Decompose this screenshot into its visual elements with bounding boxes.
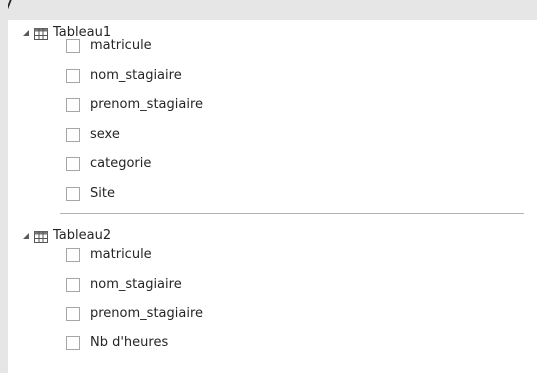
expand-collapse-icon[interactable] <box>20 27 32 39</box>
fields-list-panel: Tableau1 matricule nom_stagiaire prenom_… <box>8 20 537 373</box>
field-label: Site <box>90 186 115 201</box>
field-item-nom-stagiaire[interactable]: nom_stagiaire <box>66 67 182 85</box>
field-item-matricule[interactable]: matricule <box>66 246 152 264</box>
field-label: nom_stagiaire <box>90 277 182 292</box>
field-item-sexe[interactable]: sexe <box>66 126 120 144</box>
field-label: matricule <box>90 247 152 262</box>
field-checkbox[interactable] <box>66 278 80 292</box>
field-checkbox[interactable] <box>66 157 80 171</box>
table-header-tableau2[interactable]: Tableau2 <box>20 226 111 246</box>
field-item-nom-stagiaire[interactable]: nom_stagiaire <box>66 276 182 294</box>
section-divider <box>60 213 524 214</box>
field-checkbox[interactable] <box>66 69 80 83</box>
field-checkbox[interactable] <box>66 187 80 201</box>
field-label: nom_stagiaire <box>90 68 182 83</box>
top-chrome-strip: y <box>0 0 537 20</box>
expand-collapse-icon[interactable] <box>20 230 32 242</box>
table-name: Tableau2 <box>53 228 112 243</box>
field-checkbox[interactable] <box>66 128 80 142</box>
field-label: prenom_stagiaire <box>90 97 204 112</box>
table-icon <box>34 229 48 243</box>
table-icon <box>34 26 48 40</box>
field-checkbox[interactable] <box>66 39 80 53</box>
field-item-prenom-stagiaire[interactable]: prenom_stagiaire <box>66 96 203 114</box>
field-label: Nb d'heures <box>90 335 169 350</box>
field-checkbox[interactable] <box>66 336 80 350</box>
field-label: matricule <box>90 38 152 53</box>
left-chrome-strip <box>0 0 8 373</box>
field-label: categorie <box>90 156 152 171</box>
field-item-matricule[interactable]: matricule <box>66 37 152 55</box>
field-item-nb-heures[interactable]: Nb d'heures <box>66 334 168 352</box>
field-checkbox[interactable] <box>66 98 80 112</box>
field-checkbox[interactable] <box>66 248 80 262</box>
fields-pane-screenshot: y Tableau1 <box>0 0 537 373</box>
field-label: sexe <box>90 127 120 142</box>
field-item-prenom-stagiaire[interactable]: prenom_stagiaire <box>66 305 203 323</box>
field-item-categorie[interactable]: categorie <box>66 155 151 173</box>
field-checkbox[interactable] <box>66 307 80 321</box>
field-item-site[interactable]: Site <box>66 185 115 203</box>
field-label: prenom_stagiaire <box>90 306 204 321</box>
